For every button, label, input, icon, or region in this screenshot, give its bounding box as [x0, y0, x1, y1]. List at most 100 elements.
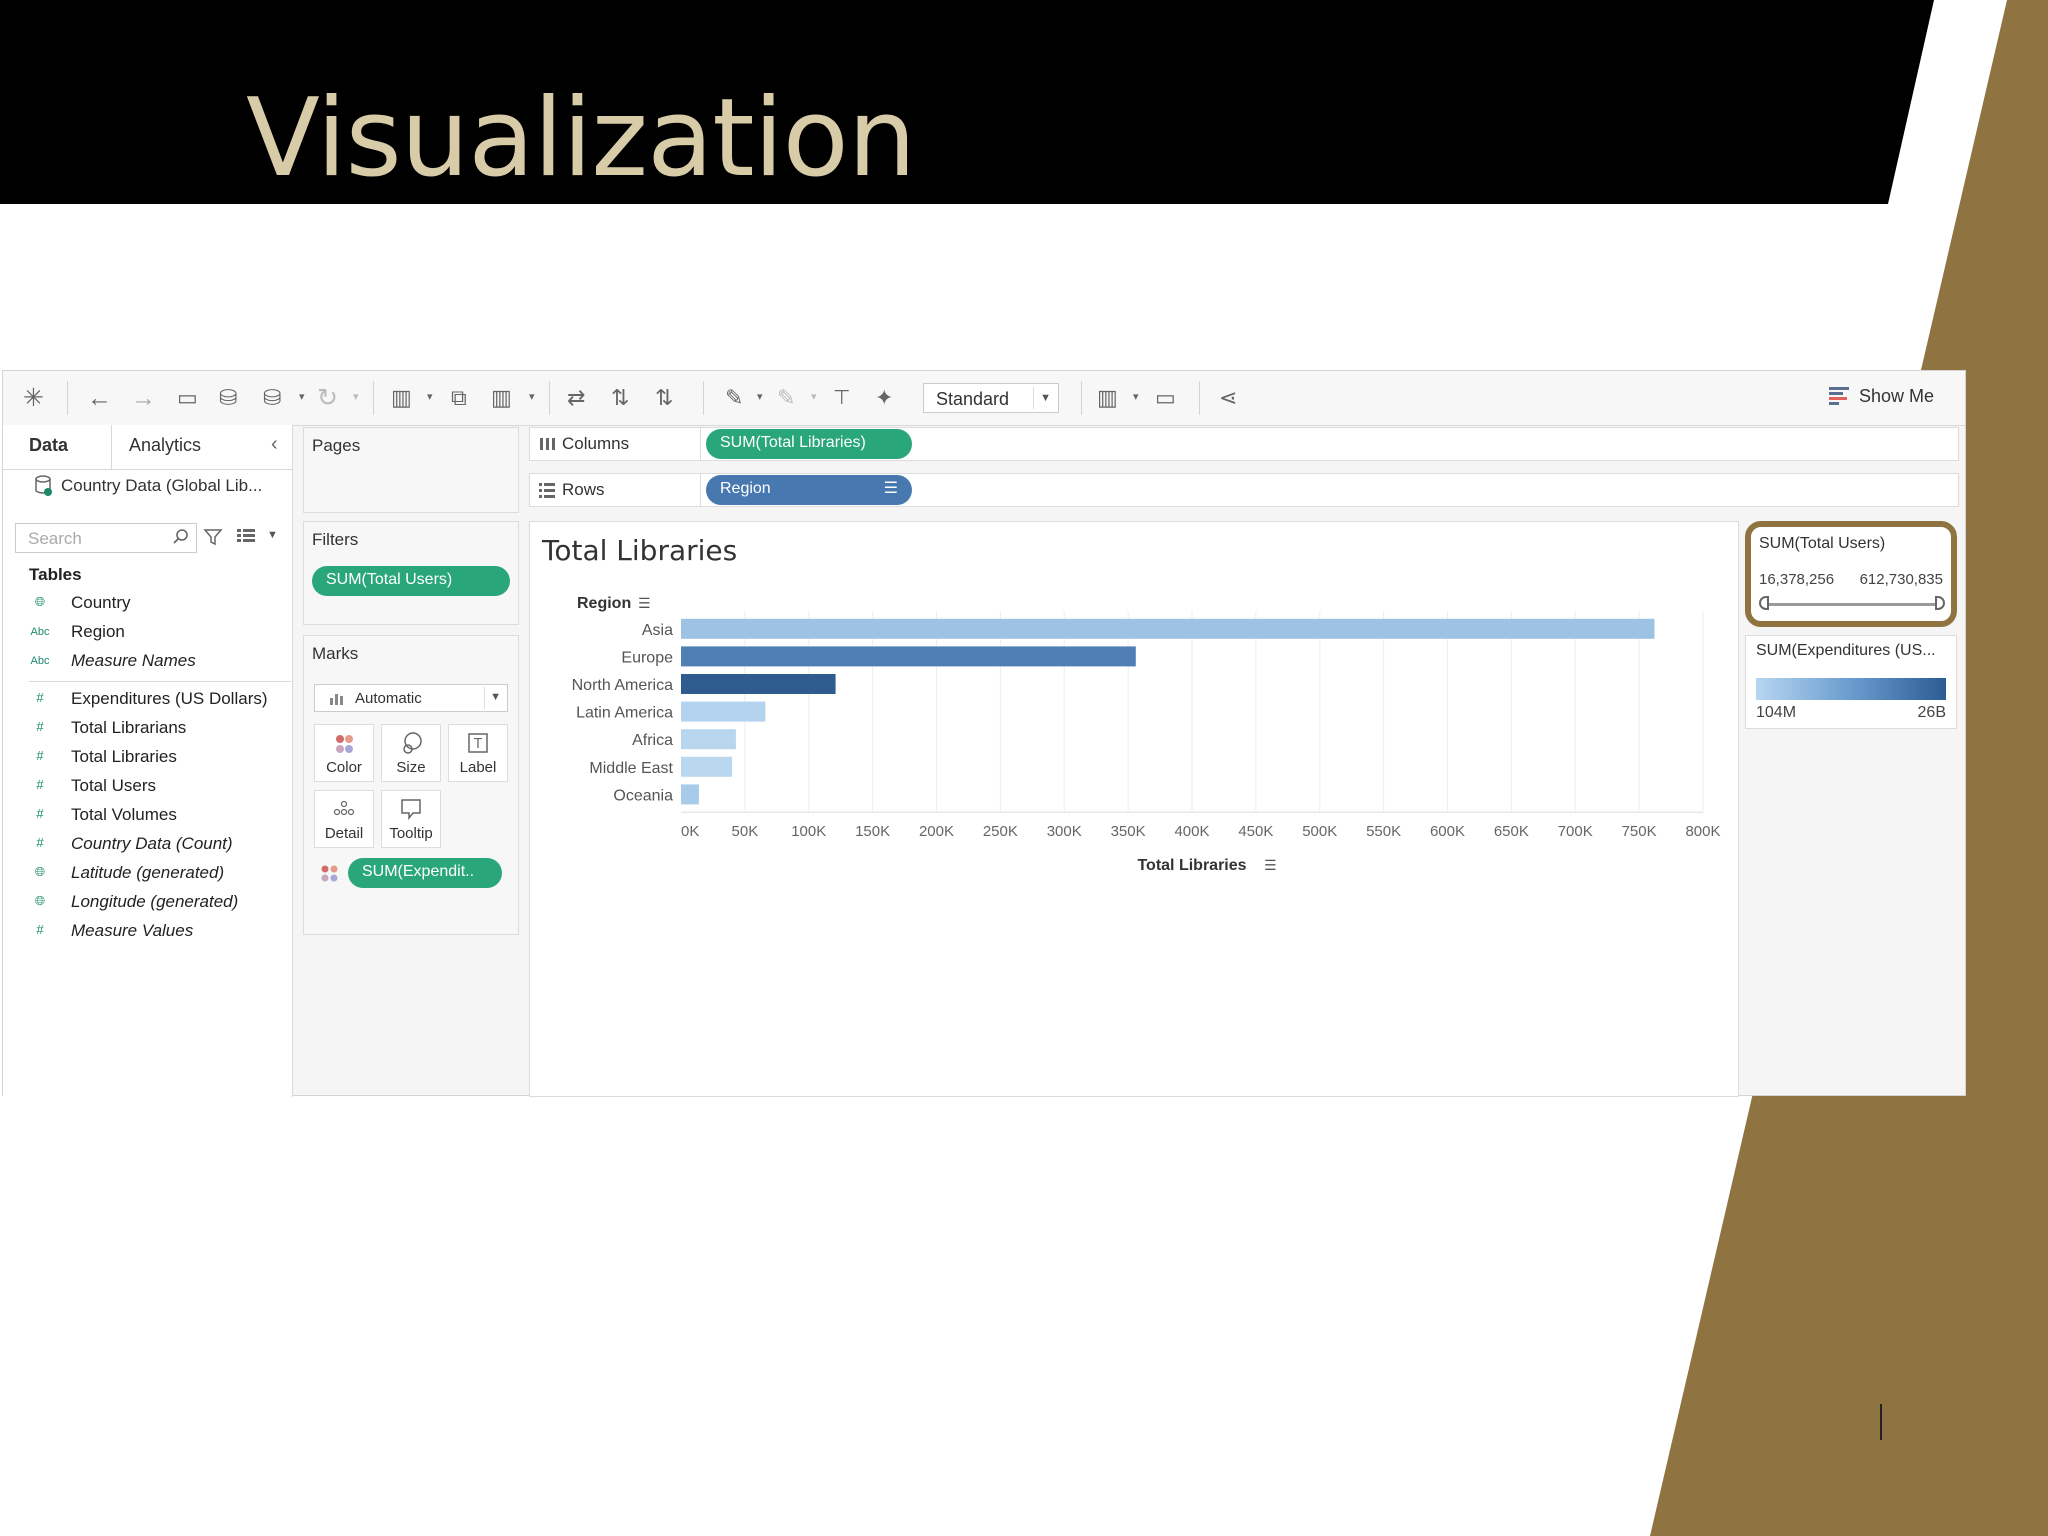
- filter-pill[interactable]: SUM(Total Users): [312, 566, 510, 596]
- tooltip-icon: [401, 799, 421, 821]
- tooltip-label: Tooltip: [389, 825, 433, 842]
- field-label: Total Users: [71, 776, 157, 795]
- mark-type-select[interactable]: Automatic ▼: [314, 684, 508, 712]
- toolbar-separator: [1081, 381, 1082, 415]
- row-header-label: Region: [577, 595, 631, 612]
- new-datasource-icon[interactable]: ⛁: [219, 385, 237, 411]
- category-label: Oceania: [613, 787, 673, 804]
- field-total-librarians[interactable]: # Total Librarians: [29, 716, 289, 744]
- field-total-users[interactable]: # Total Users: [29, 774, 289, 802]
- rows-pill[interactable]: Region ☰: [706, 475, 912, 505]
- category-label: Middle East: [589, 760, 673, 777]
- tab-data[interactable]: Data: [29, 435, 68, 456]
- filter-icon[interactable]: [203, 527, 223, 547]
- globe-icon: 🌐︎: [34, 594, 46, 609]
- label-button[interactable]: T Label: [448, 724, 508, 782]
- pages-shelf[interactable]: Pages: [303, 427, 519, 513]
- bar-latin-america: [681, 701, 766, 722]
- collapse-pane-icon[interactable]: ‹: [271, 433, 278, 456]
- color-button[interactable]: Color: [314, 724, 374, 782]
- size-button[interactable]: Size: [381, 724, 441, 782]
- svg-text:T: T: [473, 737, 482, 752]
- filters-shelf[interactable]: Filters SUM(Total Users): [303, 521, 519, 625]
- duplicate-sheet-icon[interactable]: ⧉: [451, 385, 467, 411]
- search-placeholder: Search: [28, 529, 82, 548]
- group-members-icon[interactable]: ✎: [777, 385, 795, 411]
- clear-sheet-dropdown-icon[interactable]: ▾: [529, 390, 535, 403]
- show-mark-labels-icon[interactable]: ⊤: [833, 385, 850, 411]
- field-region[interactable]: Abc Region: [29, 620, 289, 648]
- fit-select-separator: [1033, 387, 1034, 409]
- show-cards-icon[interactable]: ▥: [1097, 385, 1118, 411]
- undo-icon[interactable]: ←: [87, 385, 112, 411]
- rows-pill-label: Region: [720, 480, 771, 497]
- share-icon[interactable]: ⋖: [1219, 385, 1237, 411]
- sort-descending-icon[interactable]: ⇅: [655, 385, 673, 411]
- tab-divider: [3, 469, 293, 470]
- shelf-divider: [700, 474, 701, 506]
- category-label: Europe: [621, 649, 673, 666]
- new-worksheet-icon[interactable]: ▥: [391, 385, 412, 411]
- rows-icon: [539, 483, 555, 498]
- presentation-mode-icon[interactable]: ▭: [1155, 385, 1176, 411]
- tab-analytics[interactable]: Analytics: [129, 435, 201, 456]
- toolbar-separator: [1199, 381, 1200, 415]
- filter-min-value: 16,378,256: [1759, 571, 1835, 588]
- field-label: Region: [71, 622, 125, 641]
- range-slider-max-handle[interactable]: [1935, 596, 1945, 610]
- fix-axes-icon[interactable]: ✦: [875, 385, 893, 411]
- field-measure-names[interactable]: Abc Measure Names: [29, 649, 289, 677]
- pause-updates-icon[interactable]: ⛁: [263, 385, 281, 411]
- columns-shelf[interactable]: Columns SUM(Total Libraries): [529, 427, 1959, 461]
- bar-chart: Region ☰ Asia Europe North America Latin Amer…: [572, 595, 1721, 874]
- color-ramp[interactable]: [1756, 678, 1946, 700]
- new-worksheet-dropdown-icon[interactable]: ▾: [427, 390, 433, 403]
- datasource-icon: [35, 475, 52, 496]
- rows-shelf[interactable]: Rows Region ☰: [529, 473, 1959, 507]
- field-total-volumes[interactable]: # Total Volumes: [29, 803, 289, 831]
- show-cards-dropdown-icon[interactable]: ▾: [1133, 390, 1139, 403]
- field-longitude[interactable]: 🌐︎ Longitude (generated): [29, 890, 289, 918]
- highlight-icon[interactable]: ✎: [725, 385, 743, 411]
- field-expenditures[interactable]: # Expenditures (US Dollars): [29, 687, 289, 715]
- tooltip-button[interactable]: Tooltip: [381, 790, 441, 848]
- datasource-label[interactable]: Country Data (Global Lib...: [61, 476, 262, 496]
- detail-button[interactable]: Detail: [314, 790, 374, 848]
- save-icon[interactable]: ▭: [177, 385, 198, 411]
- columns-pill[interactable]: SUM(Total Libraries): [706, 429, 912, 459]
- field-label: Longitude (generated): [71, 892, 239, 911]
- number-type-icon: #: [36, 806, 44, 821]
- range-slider-track[interactable]: [1763, 603, 1941, 606]
- field-country-data-count[interactable]: # Country Data (Count): [29, 832, 289, 860]
- refresh-dropdown-icon[interactable]: ▾: [353, 390, 359, 403]
- x-tick-label: 200K: [919, 823, 954, 840]
- fit-select[interactable]: Standard ▼: [923, 383, 1059, 413]
- refresh-icon[interactable]: ↻: [317, 385, 338, 411]
- search-input[interactable]: Search: [15, 523, 197, 553]
- swap-rows-columns-icon[interactable]: ⇄: [567, 385, 585, 411]
- field-country[interactable]: 🌐︎ Country: [29, 591, 289, 619]
- group-dropdown-icon[interactable]: ▾: [811, 390, 817, 403]
- category-label: Africa: [632, 732, 673, 749]
- category-label: North America: [572, 677, 673, 694]
- x-tick-label: 550K: [1366, 823, 1401, 840]
- pause-updates-dropdown-icon[interactable]: ▾: [299, 390, 305, 403]
- highlight-dropdown-icon[interactable]: ▾: [757, 390, 763, 403]
- clear-sheet-icon[interactable]: ▥: [491, 385, 512, 411]
- sort-ascending-icon[interactable]: ⇅: [611, 385, 629, 411]
- view-dropdown-icon[interactable]: ▼: [267, 529, 278, 541]
- list-view-icon[interactable]: [236, 527, 256, 545]
- tableau-logo-icon[interactable]: ✳: [23, 385, 44, 411]
- field-measure-values[interactable]: # Measure Values: [29, 919, 289, 947]
- field-label: Total Librarians: [71, 718, 187, 737]
- bar-north-america: [681, 674, 836, 694]
- x-tick-label: 250K: [983, 823, 1018, 840]
- marks-color-pill[interactable]: SUM(Expendit..: [348, 858, 502, 888]
- number-type-icon: #: [36, 922, 44, 937]
- toolbar-separator: [373, 381, 374, 415]
- field-total-libraries[interactable]: # Total Libraries: [29, 745, 289, 773]
- range-slider-min-handle[interactable]: [1759, 596, 1769, 610]
- field-latitude[interactable]: 🌐︎ Latitude (generated): [29, 861, 289, 889]
- redo-icon[interactable]: →: [131, 385, 156, 411]
- field-divider: [29, 681, 291, 682]
